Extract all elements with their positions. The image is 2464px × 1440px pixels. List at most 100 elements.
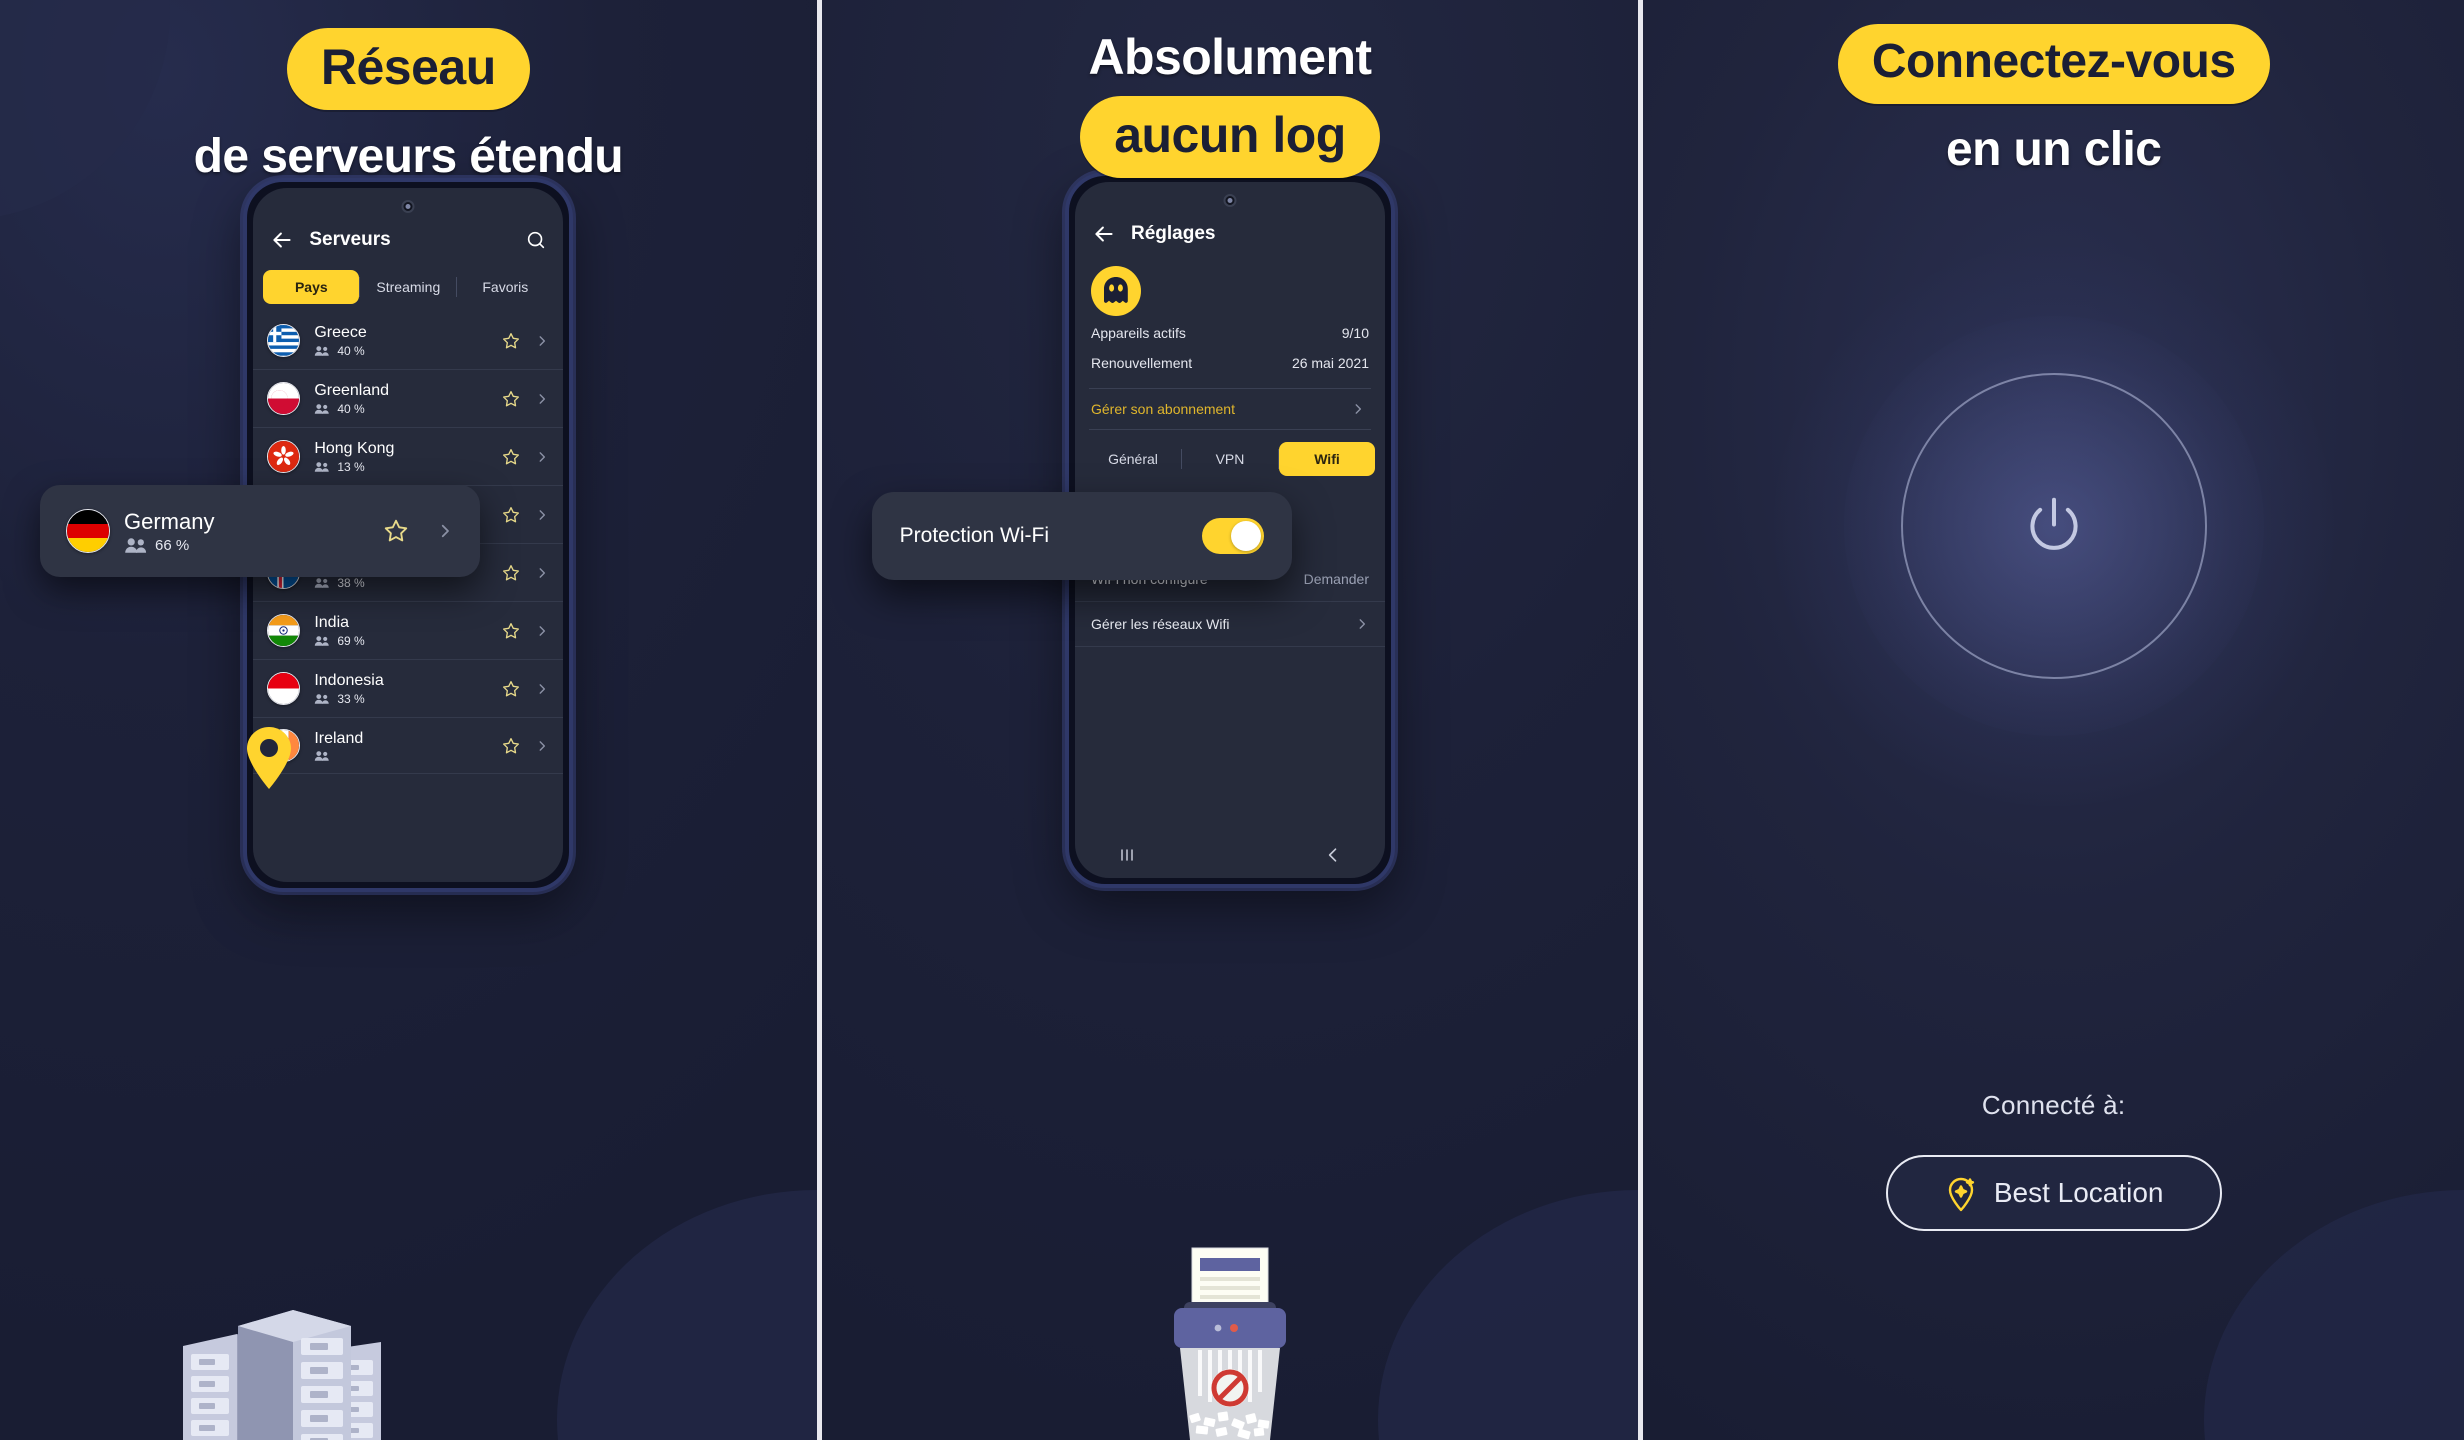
promo-screenshot: Réseau de serveurs étendu Serveurs Pays	[0, 0, 2464, 1440]
server-load: 40 %	[337, 402, 365, 416]
app-bar: Serveurs	[253, 188, 563, 258]
chevron-right-icon[interactable]	[535, 624, 549, 638]
panel3-headline: Connectez-vous en un clic	[1643, 0, 2464, 180]
server-country: Greece	[314, 324, 367, 341]
chevron-right-icon[interactable]	[535, 450, 549, 464]
server-country: Indonesia	[314, 672, 384, 689]
decor-blob-bottom-right	[1378, 1190, 1639, 1440]
panel2-headline-plain: Absolument	[1088, 29, 1373, 85]
power-icon[interactable]	[2017, 489, 2091, 563]
info-row-active-devices: Appareils actifs 9/10	[1075, 318, 1385, 348]
users-icon	[125, 537, 147, 553]
flag-greenland-icon	[267, 382, 301, 415]
list-item-label: Gérer les réseaux Wifi	[1091, 616, 1230, 632]
table-row[interactable]: Hong Kong 13 %	[253, 428, 564, 486]
toggle-knob	[1230, 521, 1261, 551]
tab-streaming[interactable]: Streaming	[360, 270, 456, 304]
server-load: 40 %	[337, 344, 365, 358]
star-icon[interactable]	[501, 331, 521, 351]
chevron-right-icon[interactable]	[436, 522, 454, 540]
info-row-label: Appareils actifs	[1091, 325, 1186, 341]
search-icon[interactable]	[525, 229, 547, 251]
server-buildings-illustration	[175, 1250, 405, 1440]
tab-general[interactable]: Général	[1085, 442, 1181, 476]
chevron-right-icon[interactable]	[535, 566, 549, 580]
table-row[interactable]: Indonesia 33 %	[253, 660, 564, 718]
users-icon	[315, 751, 330, 761]
highlighted-server-card-germany[interactable]: Germany 66 %	[40, 485, 480, 577]
star-icon[interactable]	[501, 447, 521, 467]
list-item-manage-wifi-networks[interactable]: Gérer les réseaux Wifi	[1075, 602, 1385, 647]
users-icon	[315, 404, 330, 414]
server-load: 33 %	[337, 692, 365, 706]
chevron-right-icon[interactable]	[535, 508, 549, 522]
info-row-value: 9/10	[1341, 325, 1369, 341]
servers-tabs: Pays Streaming Favoris	[263, 270, 553, 304]
manage-subscription-row[interactable]: Gérer son abonnement	[1089, 388, 1371, 430]
panel-connect: Connectez-vous en un clic Connecté à: Be…	[1643, 0, 2464, 1440]
users-icon	[315, 636, 330, 646]
nav-back-icon[interactable]	[1323, 845, 1343, 865]
best-location-button[interactable]: Best Location	[1885, 1155, 2222, 1231]
star-icon[interactable]	[501, 679, 521, 699]
panel3-headline-plain: en un clic	[1945, 123, 2162, 176]
tab-favoris[interactable]: Favoris	[457, 270, 553, 304]
chevron-right-icon[interactable]	[535, 739, 549, 753]
tab-vpn[interactable]: VPN	[1182, 442, 1278, 476]
tab-pays[interactable]: Pays	[263, 270, 360, 304]
info-row-value: 26 mai 2021	[1291, 355, 1369, 371]
chevron-right-icon[interactable]	[535, 392, 549, 406]
flag-indonesia-icon	[267, 672, 301, 705]
flag-india-icon	[267, 614, 301, 647]
star-icon[interactable]	[382, 517, 410, 545]
panel-servers: Réseau de serveurs étendu Serveurs Pays	[0, 0, 817, 1440]
chevron-right-icon[interactable]	[535, 682, 549, 696]
manage-subscription-label: Gérer son abonnement	[1091, 401, 1235, 417]
chevron-right-icon[interactable]	[535, 334, 549, 348]
wifi-protection-toggle[interactable]	[1201, 518, 1264, 554]
app-bar: Réglages	[1075, 182, 1385, 252]
server-country: Hong Kong	[314, 440, 395, 457]
power-button-glow	[1773, 246, 2334, 806]
arrow-left-icon[interactable]	[1091, 221, 1117, 247]
star-icon[interactable]	[501, 505, 521, 525]
flag-germany-icon	[66, 509, 110, 553]
users-icon	[315, 462, 330, 472]
cyberghost-logo-icon	[1091, 266, 1141, 316]
highlighted-server-country: Germany	[124, 508, 215, 534]
table-row[interactable]: Greece 40 %	[253, 312, 564, 370]
server-country: Greenland	[314, 382, 390, 399]
highlighted-server-load: 66 %	[155, 536, 190, 554]
server-load: 38 %	[337, 576, 365, 590]
wifi-protection-card[interactable]: Protection Wi-Fi	[871, 492, 1292, 580]
settings-tabs: Général VPN Wifi	[1085, 442, 1375, 476]
map-pin-icon	[243, 725, 295, 791]
table-row[interactable]: Ireland	[253, 718, 564, 774]
star-icon[interactable]	[501, 389, 521, 409]
arrow-left-icon[interactable]	[269, 227, 295, 253]
info-row-renewal: Renouvellement 26 mai 2021	[1075, 348, 1385, 378]
wifi-protection-label: Protection Wi-Fi	[899, 524, 1050, 547]
flag-greece-icon	[267, 324, 301, 357]
connected-to-label: Connecté à:	[1981, 1090, 2126, 1120]
info-row-label: Renouvellement	[1091, 355, 1193, 371]
paper-shredder-illustration	[1150, 1246, 1310, 1440]
table-row[interactable]: India 69 %	[253, 602, 564, 660]
panel-no-logs: Absolument aucun log Réglages Appareils …	[821, 0, 1639, 1440]
android-navbar	[1075, 832, 1385, 878]
server-country: India	[314, 614, 350, 631]
page-title: Serveurs	[309, 229, 391, 250]
chevron-right-icon[interactable]	[1355, 617, 1369, 631]
chevron-right-icon[interactable]	[1351, 402, 1365, 416]
best-location-label: Best Location	[1993, 1177, 2164, 1208]
tab-wifi[interactable]: Wifi	[1279, 442, 1375, 476]
star-icon[interactable]	[501, 736, 521, 756]
star-icon[interactable]	[501, 621, 521, 641]
table-row[interactable]: Greenland 40 %	[253, 370, 564, 428]
panel3-headline-pill: Connectez-vous	[1837, 24, 2270, 104]
location-pin-sparkle-icon	[1944, 1174, 1978, 1212]
page-title: Réglages	[1131, 223, 1216, 244]
recents-icon[interactable]	[1117, 845, 1137, 865]
star-icon[interactable]	[501, 563, 521, 583]
list-item-value: Demander	[1303, 571, 1369, 587]
